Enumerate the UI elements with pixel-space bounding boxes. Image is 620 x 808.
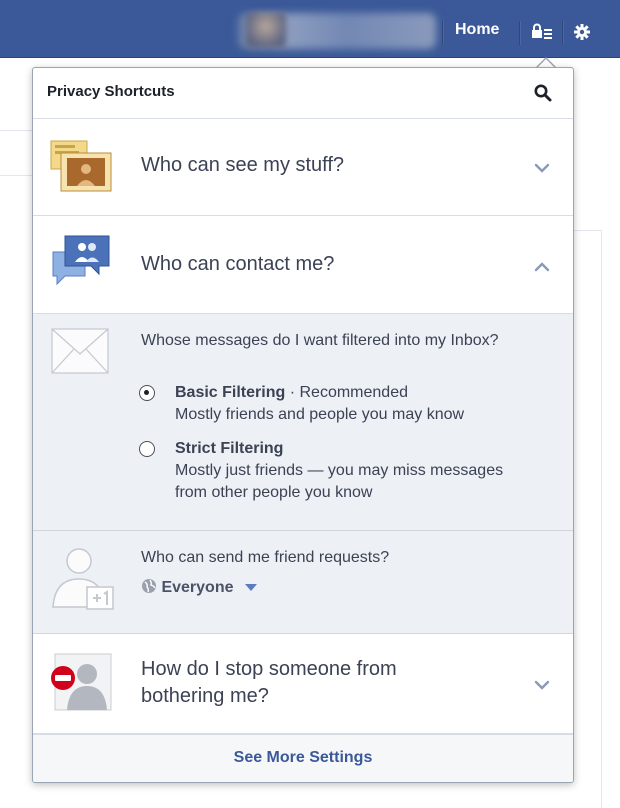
- globe-icon: [142, 579, 156, 593]
- privacy-shortcuts-button[interactable]: [530, 21, 554, 43]
- add-friend-icon: [49, 545, 117, 616]
- strict-filtering-radio[interactable]: [139, 441, 155, 457]
- strict-filtering-description: Mostly just friends — you may miss messa…: [175, 462, 504, 501]
- background-divider: [0, 175, 32, 176]
- nav-divider: [519, 21, 521, 45]
- search-button[interactable]: [533, 83, 553, 103]
- chevron-down-icon[interactable]: [533, 678, 551, 690]
- basic-filtering-label: Basic Filtering · Recommended: [175, 382, 408, 404]
- chat-bubbles-icon: [49, 232, 113, 295]
- top-navigation-bar: Home: [0, 0, 620, 58]
- friend-requests-panel: Who can send me friend requests? Everyon…: [33, 531, 573, 634]
- gear-icon: [574, 24, 590, 40]
- home-link[interactable]: Home: [455, 21, 499, 39]
- option-title: Strict Filtering: [175, 440, 284, 457]
- messages-question: Whose messages do I want filtered into m…: [141, 332, 499, 349]
- basic-filtering-description: Mostly friends and people you may know: [175, 406, 465, 423]
- strict-filtering-option[interactable]: Strict Filtering Mostly just friends — y…: [139, 438, 559, 508]
- block-user-icon: [49, 652, 113, 717]
- section-label: Who can see my stuff?: [141, 154, 345, 176]
- section-who-can-contact[interactable]: Who can contact me?: [33, 216, 573, 314]
- background-divider: [601, 230, 602, 808]
- option-note: Recommended: [299, 384, 408, 401]
- nav-divider: [562, 21, 564, 45]
- popup-header: Privacy Shortcuts: [33, 68, 573, 119]
- basic-filtering-radio[interactable]: [139, 385, 155, 401]
- background-divider: [572, 230, 602, 231]
- friend-requests-question: Who can send me friend requests?: [141, 549, 390, 566]
- stacked-photos-icon: [49, 137, 113, 198]
- search-icon: [534, 84, 552, 102]
- chevron-up-icon[interactable]: [533, 260, 551, 272]
- chevron-down-icon[interactable]: [533, 161, 551, 173]
- background-divider: [0, 130, 32, 131]
- blurred-avatar[interactable]: [246, 12, 286, 48]
- settings-button[interactable]: [571, 21, 595, 43]
- see-more-settings-link[interactable]: See More Settings: [33, 749, 573, 767]
- option-separator: ·: [289, 384, 296, 401]
- section-who-can-see[interactable]: Who can see my stuff?: [33, 119, 573, 216]
- popup-title: Privacy Shortcuts: [47, 83, 175, 100]
- lock-list-icon: [532, 23, 552, 39]
- option-title: Basic Filtering: [175, 384, 286, 401]
- section-label: Who can contact me?: [141, 253, 335, 275]
- envelope-icon: [51, 328, 109, 379]
- nav-divider: [442, 21, 444, 45]
- caret-down-icon: [244, 584, 257, 591]
- section-stop-someone[interactable]: How do I stop someone from bothering me?: [33, 634, 573, 734]
- privacy-shortcuts-popup: Privacy Shortcuts Who can see my stuff?: [32, 67, 574, 783]
- popup-footer: See More Settings: [33, 734, 573, 782]
- message-filtering-panel: Whose messages do I want filtered into m…: [33, 314, 573, 531]
- radio-selected-dot: [144, 390, 149, 395]
- section-label: How do I stop someone from bothering me?: [141, 658, 397, 707]
- audience-label: Everyone: [161, 579, 234, 596]
- audience-selector[interactable]: Everyone: [141, 577, 258, 599]
- basic-filtering-option[interactable]: Basic Filtering · Recommended Mostly fri…: [139, 382, 559, 430]
- strict-filtering-label: Strict Filtering: [175, 438, 283, 460]
